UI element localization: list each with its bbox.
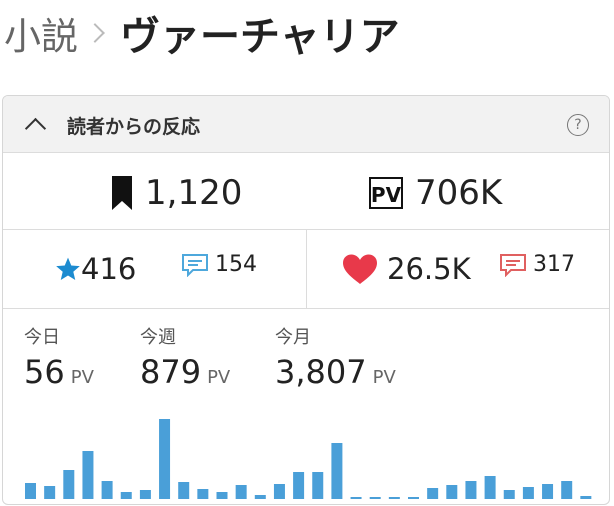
reader-reaction-panel: 読者からの反応 ? 1,120 PV 706K 416 154 26.5K 31… — [2, 95, 610, 505]
chart-bar — [235, 485, 247, 499]
breadcrumb: 小説 ヴァーチャリア — [4, 0, 400, 66]
chart-bar — [178, 482, 190, 499]
chart-bar — [350, 497, 362, 499]
chart-bar — [331, 443, 343, 499]
heart-stat: 26.5K — [341, 252, 471, 286]
page-title: ヴァーチャリア — [120, 14, 400, 60]
heart-icon — [343, 254, 377, 284]
comment-bubble-icon — [500, 253, 526, 277]
chart-bar — [542, 484, 554, 499]
divider — [306, 230, 307, 308]
svg-text:PV: PV — [371, 183, 402, 207]
chevron-right-icon — [85, 23, 105, 43]
comment-stat: 317 — [499, 252, 575, 277]
stats-row-main: 1,120 PV 706K — [3, 153, 609, 230]
chart-bar — [82, 451, 94, 499]
review-stat: 154 — [181, 252, 257, 277]
chart-bar — [101, 481, 113, 499]
chart-bar — [312, 472, 324, 499]
chart-bar — [388, 497, 400, 499]
pv-total-stat: PV 706K — [369, 173, 502, 213]
review-count: 154 — [215, 252, 257, 277]
chart-bar — [25, 483, 36, 499]
chart-bar — [522, 487, 534, 499]
chart-bar — [580, 496, 592, 499]
chart-bar — [446, 485, 458, 499]
chart-bar — [369, 497, 381, 499]
star-stat: 416 — [55, 252, 136, 286]
chart-bar — [120, 492, 132, 499]
chart-bar — [408, 497, 419, 499]
star-count: 416 — [81, 252, 137, 286]
chart-bar — [465, 481, 477, 499]
chart-bar — [216, 492, 228, 499]
pv-total-count: 706K — [415, 173, 503, 213]
bookmark-count: 1,120 — [145, 173, 243, 213]
chevron-up-icon — [24, 117, 47, 140]
chart-bar — [159, 419, 171, 499]
chart-bar — [484, 476, 496, 499]
pv-section: 今日 56 PV 今週 879 PV 今月 3,807 PV — [3, 309, 609, 504]
chart-bar — [293, 472, 305, 499]
chart-bar — [63, 470, 75, 499]
chart-bar — [503, 490, 515, 499]
star-icon — [56, 257, 80, 281]
pv-bar-chart — [25, 419, 592, 499]
help-icon[interactable]: ? — [567, 114, 589, 136]
chart-bar — [273, 484, 285, 499]
review-bubble-icon — [182, 253, 208, 277]
chart-bar — [197, 489, 209, 499]
breadcrumb-parent-link[interactable]: 小説 — [4, 6, 78, 60]
panel-title: 読者からの反応 — [67, 116, 201, 138]
stats-row-reactions: 416 154 26.5K 317 — [3, 230, 609, 309]
comment-count: 317 — [533, 252, 575, 277]
chart-bar — [44, 486, 56, 499]
chart-bar — [561, 481, 573, 499]
collapse-button[interactable] — [21, 112, 51, 140]
panel-header: 読者からの反応 ? — [3, 96, 609, 153]
chart-bar — [254, 495, 266, 499]
pv-icon: PV — [369, 177, 403, 209]
chart-bar — [427, 488, 439, 499]
chart-bar — [139, 490, 151, 499]
bookmark-icon — [111, 175, 133, 211]
heart-count: 26.5K — [387, 252, 471, 286]
bookmark-stat: 1,120 — [111, 173, 242, 213]
